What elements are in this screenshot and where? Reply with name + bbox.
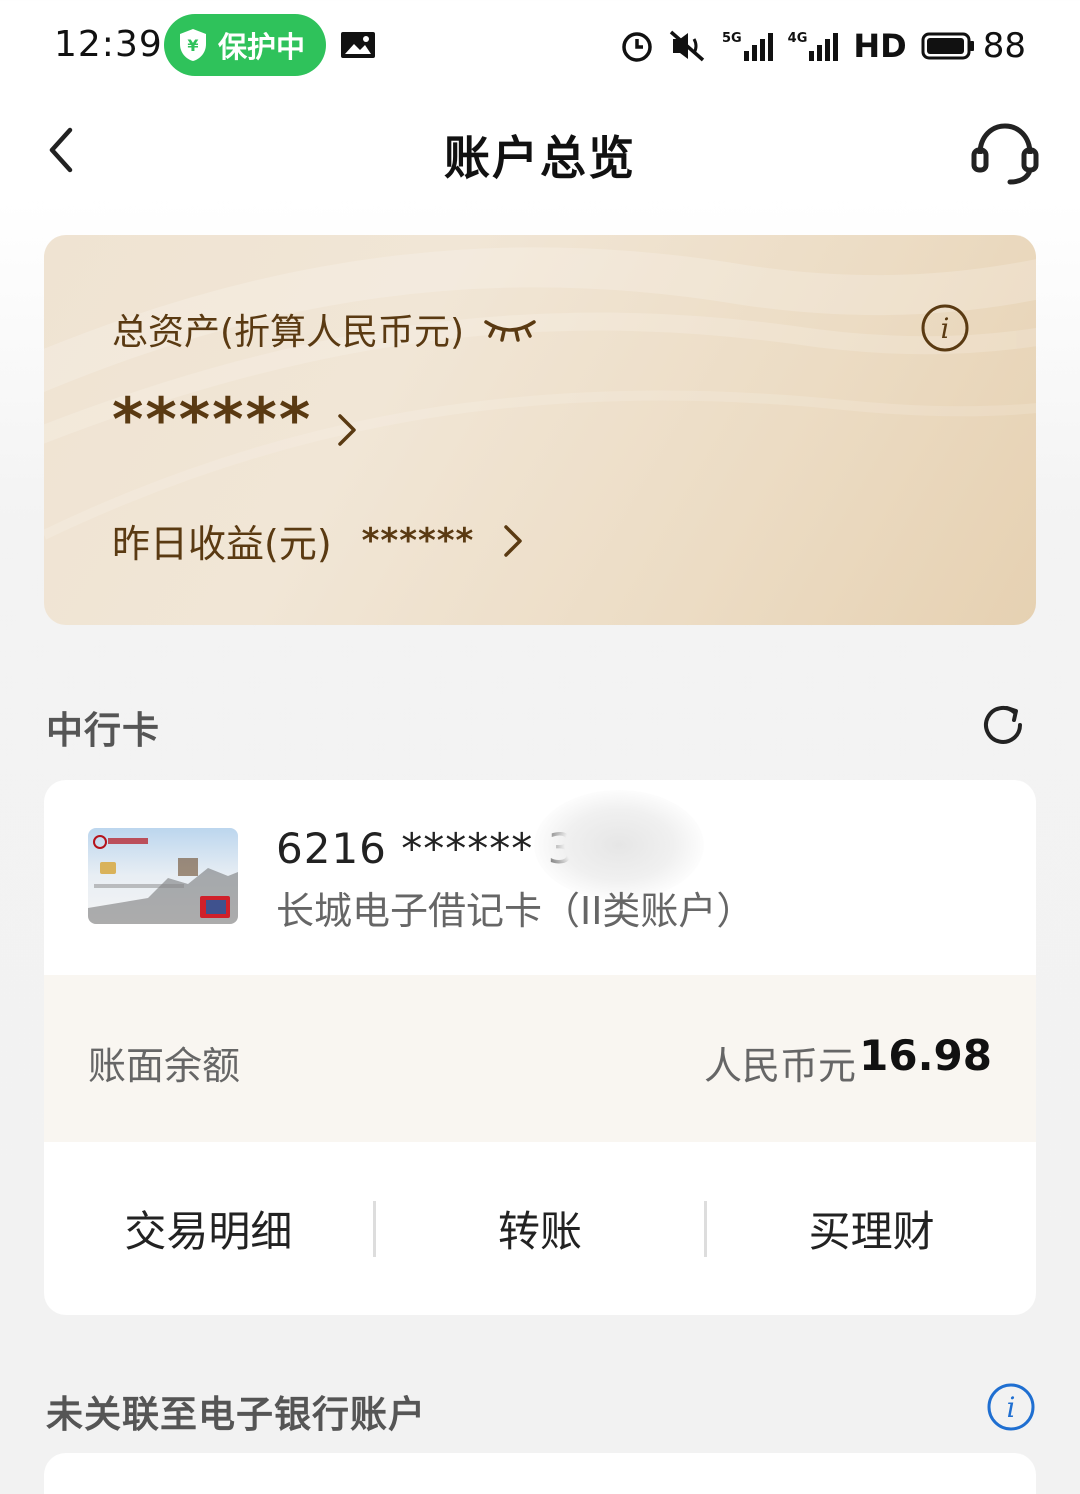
customer-service-button[interactable] [970, 118, 1040, 188]
svg-text:i: i [1007, 1391, 1016, 1424]
balance-amount: 16.98 [859, 1031, 992, 1080]
battery-level: 88 [982, 26, 1026, 66]
boc-card-section-title: 中行卡 [46, 709, 160, 752]
info-icon[interactable]: i [986, 1382, 1036, 1432]
page-title: 账户总览 [444, 131, 636, 185]
eye-closed-icon[interactable] [482, 314, 538, 344]
total-assets-title: 总资产(折算人民币元) [112, 312, 465, 353]
total-assets-label: 总资产(折算人民币元) [112, 303, 538, 355]
card-number: 6216 ****** 3 [276, 824, 576, 873]
account-card: 6216 ****** 3 长城电子借记卡（II类账户） 账面余额 人民币元 1… [44, 780, 1036, 1315]
status-time: 12:39 [54, 24, 163, 65]
transfer-button[interactable]: 转账 [376, 1198, 705, 1259]
alarm-icon [622, 32, 652, 62]
unlinked-account-card [44, 1453, 1036, 1494]
status-bar: 12:39 ¥ 保护中 5G 4G HD 88 [0, 0, 1080, 92]
card-type: 长城电子借记卡（II类账户） [276, 889, 755, 933]
yesterday-earnings-value: ****** [361, 520, 475, 561]
card-actions: 交易明细 转账 买理财 [44, 1142, 1036, 1315]
transaction-details-button[interactable]: 交易明细 [44, 1198, 373, 1259]
info-icon[interactable]: i [920, 303, 970, 353]
svg-text:i: i [941, 312, 950, 345]
yesterday-earnings-label: 昨日收益(元) [112, 522, 332, 566]
shield-icon: ¥ [180, 29, 206, 61]
protect-label: 保护中 [218, 30, 306, 64]
yesterday-earnings-row[interactable]: 昨日收益(元) ****** [112, 513, 524, 568]
signal-4g: 4G [788, 31, 840, 61]
total-assets-amount: ****** [112, 385, 313, 455]
svg-text:¥: ¥ [187, 36, 198, 55]
battery-icon [921, 32, 974, 60]
signal-5g: 5G [722, 31, 774, 61]
top-nav: 账户总览 [0, 100, 1080, 200]
signal-bars-icon [809, 33, 839, 61]
balance-row: 账面余额 人民币元 16.98 [44, 975, 1036, 1142]
unlinked-section-title: 未关联至电子银行账户 [46, 1393, 426, 1436]
total-assets-card: 总资产(折算人民币元) i ****** 昨日收益(元) ****** [44, 235, 1036, 625]
headset-icon [971, 123, 1039, 185]
refresh-icon[interactable] [980, 702, 1026, 748]
hd-label: HD [853, 27, 907, 65]
bank-card-image [88, 828, 238, 924]
chevron-right-icon [504, 524, 523, 557]
signal-bars-icon [743, 33, 773, 61]
balance-currency: 人民币元 [703, 1044, 856, 1088]
buy-wealth-button[interactable]: 买理财 [707, 1198, 1036, 1259]
chevron-right-icon [338, 414, 357, 446]
gallery-icon [341, 32, 375, 58]
total-assets-value[interactable]: ****** [112, 385, 360, 455]
mute-icon [669, 30, 705, 62]
protect-badge[interactable]: ¥ 保护中 [164, 14, 326, 76]
balance-label: 账面余额 [88, 1044, 241, 1088]
